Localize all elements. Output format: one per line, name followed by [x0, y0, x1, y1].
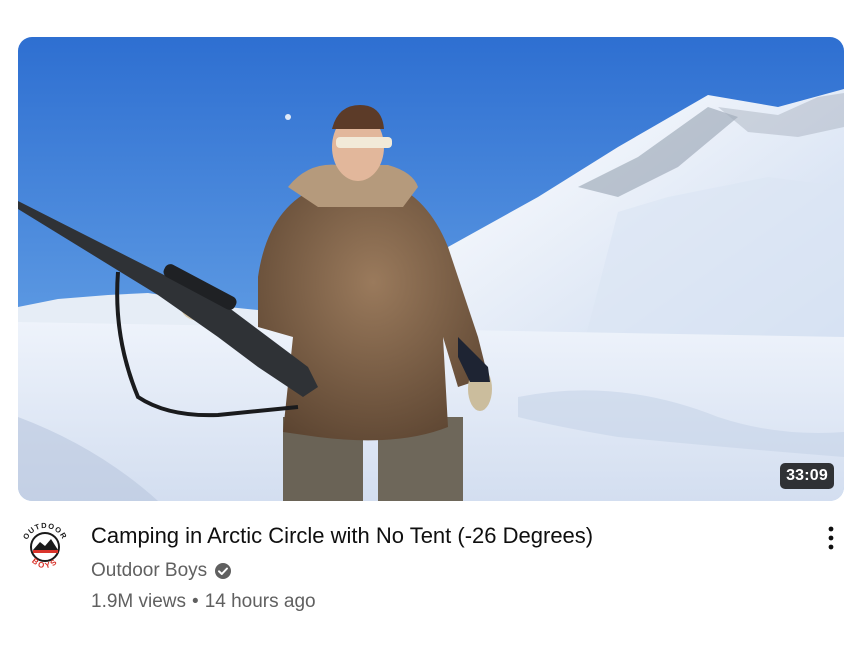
- verified-check-icon: [214, 562, 232, 580]
- stats-separator: •: [192, 591, 199, 612]
- video-stats: 1.9M views • 14 hours ago: [91, 591, 791, 613]
- channel-row: Outdoor Boys: [91, 559, 791, 583]
- video-thumbnail[interactable]: 33:09: [18, 37, 844, 501]
- view-count: 1.9M views: [91, 591, 187, 612]
- duration-badge: 33:09: [780, 463, 834, 489]
- more-vert-icon: [828, 526, 834, 550]
- more-actions-button[interactable]: [815, 521, 847, 555]
- upload-age: 14 hours ago: [204, 591, 316, 612]
- video-card: 33:09 OUTDOOR BOYS Camping in Arctic Cir…: [0, 0, 856, 649]
- video-title[interactable]: Camping in Arctic Circle with No Tent (-…: [91, 521, 791, 551]
- outdoor-boys-logo-icon: OUTDOOR BOYS: [18, 520, 72, 574]
- video-meta: Camping in Arctic Circle with No Tent (-…: [91, 521, 791, 613]
- channel-name[interactable]: Outdoor Boys: [91, 560, 207, 582]
- channel-avatar[interactable]: OUTDOOR BOYS: [18, 520, 72, 574]
- thumbnail-image: [18, 37, 844, 501]
